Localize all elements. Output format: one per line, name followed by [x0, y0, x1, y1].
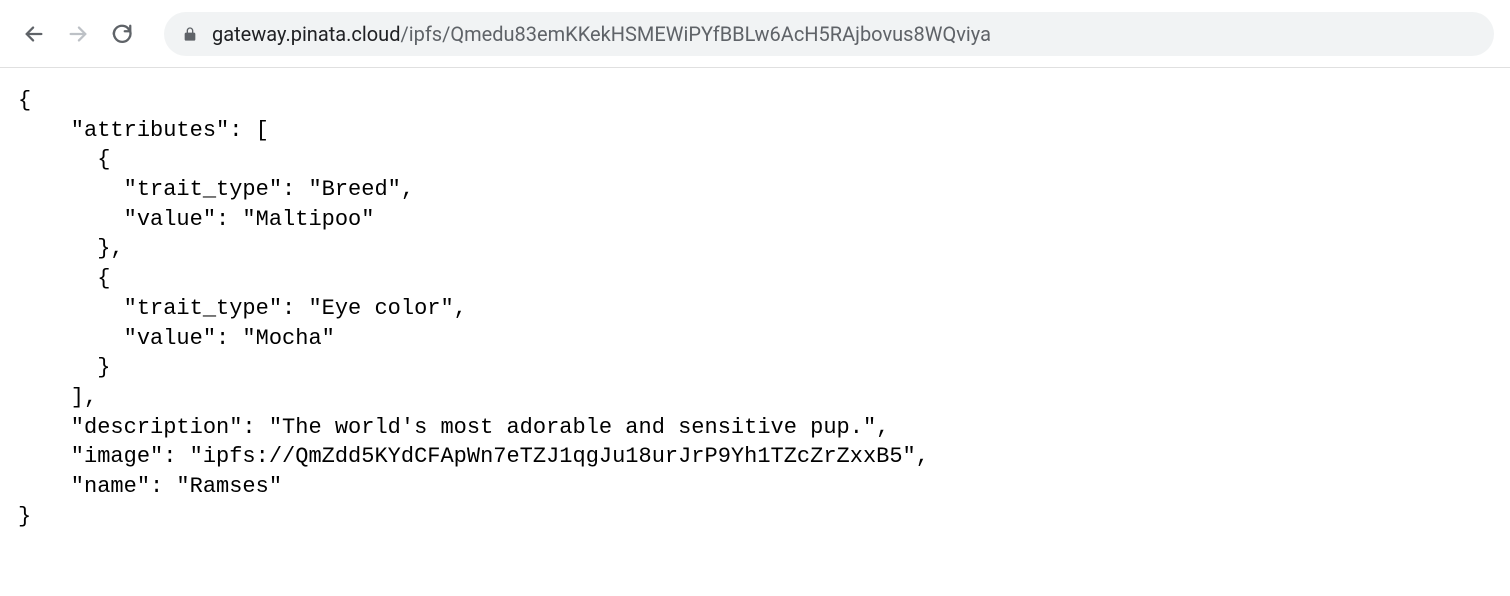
content-area: { "attributes": [ { "trait_type": "Breed…	[0, 68, 1510, 549]
forward-button[interactable]	[60, 16, 96, 52]
json-line: },	[18, 236, 124, 261]
json-line: "name": "Ramses"	[18, 474, 282, 499]
json-line: "description": "The world's most adorabl…	[18, 415, 889, 440]
arrow-left-icon	[23, 23, 45, 45]
json-line: ],	[18, 385, 97, 410]
json-line: {	[18, 266, 110, 291]
json-line: {	[18, 147, 110, 172]
reload-button[interactable]	[104, 16, 140, 52]
json-line: }	[18, 355, 110, 380]
json-line: "image": "ipfs://QmZdd5KYdCFApWn7eTZJ1qg…	[18, 444, 929, 469]
lock-icon	[182, 26, 198, 42]
json-content: { "attributes": [ { "trait_type": "Breed…	[18, 86, 1492, 531]
back-button[interactable]	[16, 16, 52, 52]
arrow-right-icon	[67, 23, 89, 45]
url-text: gateway.pinata.cloud/ipfs/Qmedu83emKKekH…	[212, 22, 991, 46]
address-bar[interactable]: gateway.pinata.cloud/ipfs/Qmedu83emKKekH…	[164, 12, 1494, 56]
json-line: "trait_type": "Eye color",	[18, 296, 467, 321]
json-line: "attributes": [	[18, 118, 269, 143]
json-line: "value": "Mocha"	[18, 326, 335, 351]
json-line: }	[18, 504, 31, 529]
json-line: "value": "Maltipoo"	[18, 207, 374, 232]
url-path: /ipfs/Qmedu83emKKekHSMEWiPYfBBLw6AcH5RAj…	[400, 22, 991, 46]
reload-icon	[111, 23, 133, 45]
url-domain: gateway.pinata.cloud	[212, 22, 400, 46]
browser-toolbar: gateway.pinata.cloud/ipfs/Qmedu83emKKekH…	[0, 0, 1510, 68]
json-line: {	[18, 88, 31, 113]
json-line: "trait_type": "Breed",	[18, 177, 414, 202]
